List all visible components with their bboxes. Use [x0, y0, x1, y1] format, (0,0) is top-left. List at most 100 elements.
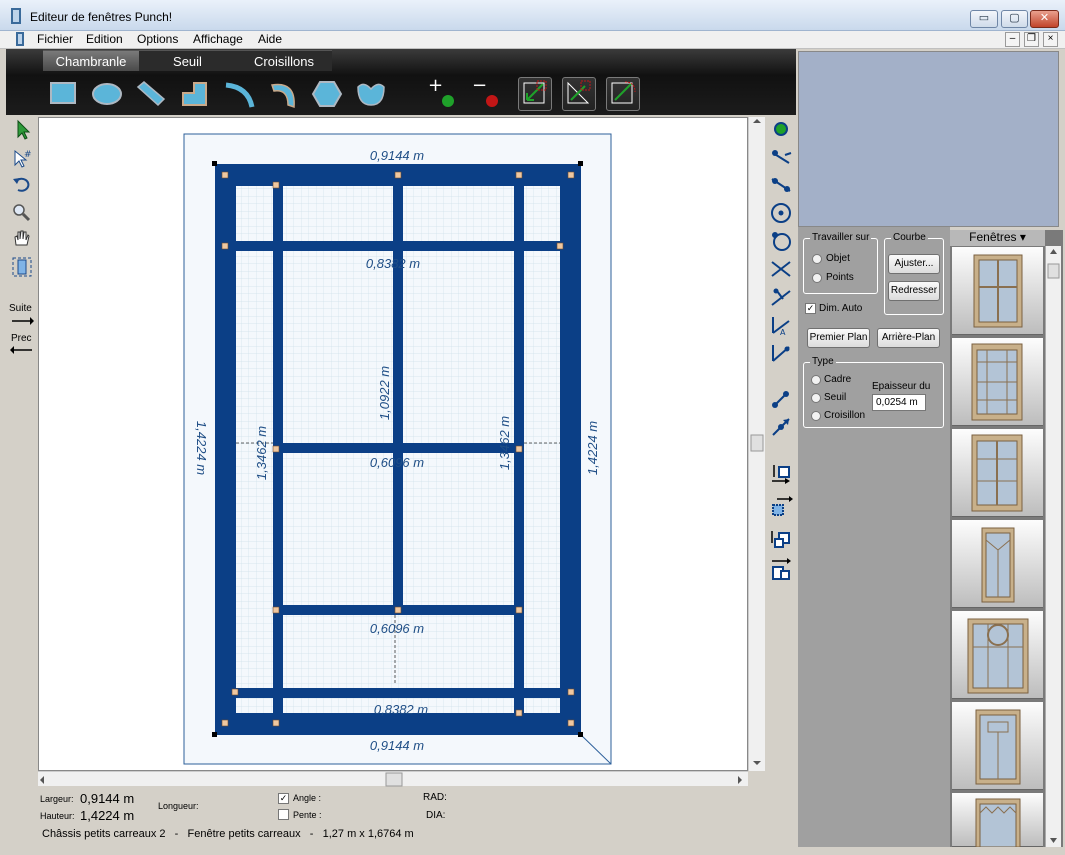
- distribute-up-icon[interactable]: [769, 387, 793, 411]
- gallery-item[interactable]: [952, 338, 1043, 426]
- pente-label: Pente :: [293, 810, 322, 820]
- align-edge-tool-icon[interactable]: [562, 77, 596, 111]
- rectangle-tool-icon[interactable]: [46, 77, 80, 111]
- epaisseur-input[interactable]: 0,0254 m: [872, 394, 926, 411]
- redresser-button[interactable]: Redresser: [888, 281, 940, 301]
- tab-chambranle[interactable]: Chambranle: [43, 50, 139, 71]
- gallery-item[interactable]: [952, 793, 1043, 848]
- ajuster-button[interactable]: Ajuster...: [888, 254, 940, 274]
- point-node-icon[interactable]: [769, 117, 793, 141]
- gallery-header[interactable]: Fenêtres ▾: [950, 230, 1045, 246]
- mdi-minimize-button[interactable]: –: [1005, 32, 1020, 47]
- dim-bottom-inner: 0,8382 m: [374, 702, 428, 717]
- window-icon: [11, 8, 21, 24]
- prec-label[interactable]: Prec: [11, 333, 32, 344]
- bring-to-front-icon[interactable]: [769, 529, 793, 553]
- dim-auto-checkbox[interactable]: ✓: [805, 303, 816, 314]
- seuil-label: Seuil: [824, 392, 847, 403]
- intersection-icon[interactable]: [769, 257, 793, 281]
- window-drawing[interactable]: 0,9144 m 0,8382 m 0,6096 m 0,6096 m 0,83…: [39, 118, 747, 770]
- mdi-close-button[interactable]: ×: [1043, 32, 1058, 47]
- circle-center-icon[interactable]: [769, 201, 793, 225]
- title-bar: Editeur de fenêtres Punch! ▭ ▢ ✕: [0, 0, 1065, 31]
- zoom-icon[interactable]: [10, 201, 34, 223]
- gallery-item[interactable]: [952, 520, 1043, 608]
- angle-tool-icon[interactable]: [769, 341, 793, 365]
- select-points-icon[interactable]: #: [10, 147, 34, 169]
- circle-point-icon[interactable]: [769, 229, 793, 253]
- tab-seuil[interactable]: Seuil: [139, 50, 236, 71]
- points-radio[interactable]: [812, 273, 822, 283]
- angle-a-icon[interactable]: A: [769, 313, 793, 337]
- dim-middle-lower: 0,6096 m: [370, 621, 424, 636]
- pan-hand-icon[interactable]: [10, 227, 34, 249]
- diagonal-bar-tool-icon[interactable]: [134, 77, 168, 111]
- quarter-arc-tool-icon[interactable]: [266, 77, 300, 111]
- align-arc-tool-icon[interactable]: [606, 77, 640, 111]
- canvas-horizontal-scrollbar[interactable]: [38, 771, 748, 787]
- premier-plan-button[interactable]: Premier Plan: [807, 328, 870, 348]
- svg-text:+: +: [428, 77, 443, 96]
- remove-point-icon[interactable]: −: [470, 75, 504, 111]
- gallery-item[interactable]: [952, 247, 1043, 335]
- add-point-icon[interactable]: +: [426, 75, 460, 111]
- croisillon-radio[interactable]: [811, 411, 821, 421]
- next-arrow-icon[interactable]: [10, 315, 34, 329]
- points-label: Points: [826, 272, 854, 283]
- move-backward-shape-icon[interactable]: [769, 493, 793, 517]
- shape-toolbar: Chambranle Seuil Croisillons + −: [6, 49, 796, 115]
- dia-label: DIA:: [426, 810, 446, 821]
- drawing-canvas[interactable]: 0,9144 m 0,8382 m 0,6096 m 0,6096 m 0,83…: [38, 117, 748, 771]
- pente-checkbox[interactable]: [278, 809, 289, 820]
- double-segment-icon[interactable]: [769, 173, 793, 197]
- step-shape-tool-icon[interactable]: [178, 77, 212, 111]
- suite-label[interactable]: Suite: [9, 303, 32, 314]
- ellipse-tool-icon[interactable]: [90, 77, 124, 111]
- arriere-plan-button[interactable]: Arrière-Plan: [877, 328, 940, 348]
- courbe-label: Courbe: [891, 232, 928, 243]
- minimize-button[interactable]: ▭: [970, 10, 998, 28]
- arc-tool-icon[interactable]: [222, 77, 256, 111]
- canvas-vertical-scrollbar[interactable]: [748, 117, 765, 771]
- seuil-radio[interactable]: [811, 393, 821, 403]
- dim-bottom-outer: 0,9144 m: [370, 738, 424, 753]
- gallery-title: Fenêtres: [969, 230, 1017, 244]
- gallery-item[interactable]: [952, 702, 1043, 790]
- menu-aide[interactable]: Aide: [258, 32, 282, 46]
- courbe-group: Courbe Ajuster... Redresser: [884, 232, 944, 315]
- line-segment-icon[interactable]: [769, 145, 793, 169]
- rotate-icon[interactable]: [10, 173, 34, 195]
- properties-panel: Travailler sur Objet Points Courbe Ajust…: [798, 227, 950, 847]
- menu-bar: Fichier Edition Options Affichage Aide: [0, 31, 1065, 49]
- menu-edition[interactable]: Edition: [86, 32, 123, 46]
- menu-affichage[interactable]: Affichage: [193, 32, 243, 46]
- gallery-item[interactable]: [952, 429, 1043, 517]
- send-to-back-icon[interactable]: [769, 557, 793, 581]
- travailler-sur-group: Travailler sur Objet Points: [803, 232, 878, 294]
- previous-arrow-icon[interactable]: [10, 344, 34, 358]
- travailler-sur-label: Travailler sur: [810, 232, 872, 243]
- tab-croisillons[interactable]: Croisillons: [236, 50, 332, 71]
- menu-options[interactable]: Options: [137, 32, 178, 46]
- angle-checkbox[interactable]: ✓: [278, 793, 289, 804]
- objet-radio[interactable]: [812, 254, 822, 264]
- dim-left-inner: 1,3462 m: [254, 426, 269, 480]
- gallery-item[interactable]: [952, 611, 1043, 699]
- align-corner-tool-icon[interactable]: [518, 77, 552, 111]
- fit-view-icon[interactable]: [10, 255, 34, 277]
- hexagon-tool-icon[interactable]: [310, 77, 344, 111]
- menu-fichier[interactable]: Fichier: [37, 32, 73, 46]
- cadre-radio[interactable]: [811, 375, 821, 385]
- dim-top-outer: 0,9144 m: [370, 148, 424, 163]
- maximize-button[interactable]: ▢: [1001, 10, 1028, 28]
- croisillon-label: Croisillon: [824, 410, 866, 421]
- mdi-restore-button[interactable]: ❐: [1024, 32, 1039, 47]
- gallery-scrollbar[interactable]: [1045, 246, 1061, 847]
- move-forward-shape-icon[interactable]: [769, 463, 793, 487]
- notched-shape-tool-icon[interactable]: [354, 77, 388, 111]
- perpendicular-icon[interactable]: [769, 285, 793, 309]
- select-arrow-icon[interactable]: [10, 119, 34, 141]
- close-button[interactable]: ✕: [1030, 10, 1059, 28]
- distribute-down-icon[interactable]: [769, 415, 793, 439]
- type-label: Type: [810, 356, 836, 367]
